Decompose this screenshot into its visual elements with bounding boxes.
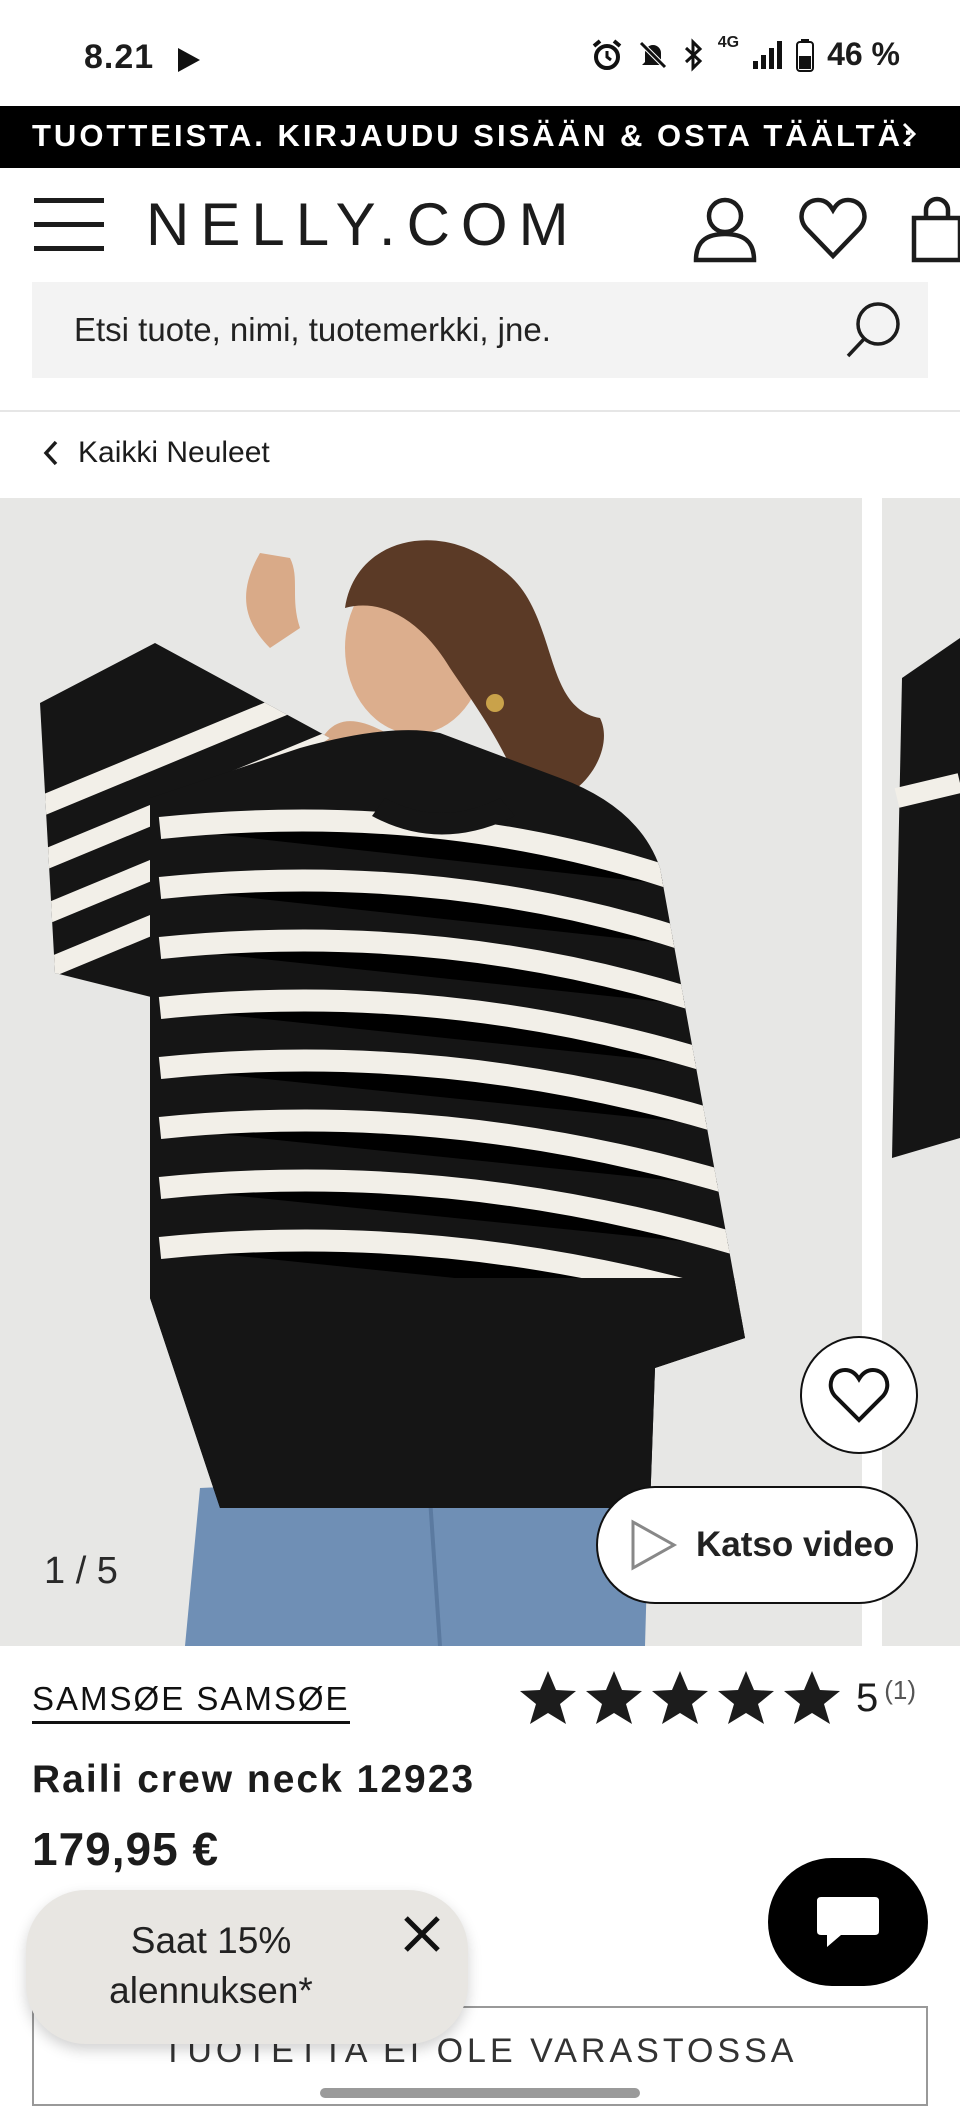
menu-button[interactable] xyxy=(34,198,104,252)
star-icon xyxy=(652,1671,708,1724)
star-icon xyxy=(520,1671,576,1724)
status-time: 8.21 xyxy=(84,38,155,76)
battery-icon xyxy=(796,38,815,72)
breadcrumb-label[interactable]: Kaikki Neuleet xyxy=(78,436,270,470)
star-icon xyxy=(718,1671,774,1724)
image-counter: 1 / 5 xyxy=(44,1550,118,1592)
add-to-wishlist-button[interactable] xyxy=(800,1336,918,1454)
discount-text: Saat 15% alennuksen* xyxy=(109,1920,313,2011)
breadcrumb[interactable]: Kaikki Neuleet xyxy=(42,436,270,470)
product-image-next[interactable] xyxy=(882,498,960,1646)
search-input[interactable] xyxy=(32,282,852,378)
site-logo[interactable]: NELLY.COM xyxy=(146,190,580,259)
heart-icon xyxy=(828,1367,890,1423)
battery-level: 46 % xyxy=(827,36,900,72)
product-photo-sweater xyxy=(0,498,862,1646)
menu-line xyxy=(34,222,104,227)
rating-count: (1) xyxy=(884,1674,917,1705)
rating-value: 5 xyxy=(856,1675,879,1720)
site-header: NELLY.COM xyxy=(0,168,960,280)
chevron-right-icon[interactable] xyxy=(900,120,920,150)
product-price: 179,95 € xyxy=(32,1823,220,1875)
search-bar xyxy=(32,282,928,378)
brand-link[interactable]: SAMSØE SAMSØE xyxy=(32,1680,350,1724)
header-divider xyxy=(0,410,960,412)
mute-icon xyxy=(638,40,667,69)
search-icon[interactable] xyxy=(844,300,904,360)
product-image[interactable] xyxy=(0,498,862,1646)
close-icon[interactable] xyxy=(398,1910,446,1958)
cart-icon[interactable] xyxy=(910,194,960,264)
home-indicator[interactable] xyxy=(320,2088,640,2098)
status-icons: 4G 46 % xyxy=(590,33,900,73)
product-photo-next xyxy=(882,498,960,1646)
wishlist-icon[interactable] xyxy=(798,194,868,264)
bluetooth-icon xyxy=(684,37,702,72)
chat-button[interactable] xyxy=(768,1858,928,1986)
product-rating[interactable]: 5 (1) xyxy=(518,1668,916,1728)
status-bar: 8.21 4G 46 % xyxy=(0,0,960,106)
product-name: Raili crew neck 12923 xyxy=(32,1758,476,1801)
watch-video-button[interactable]: Katso video xyxy=(596,1486,918,1604)
signal-icon xyxy=(753,40,783,69)
account-icon[interactable] xyxy=(690,194,760,264)
promo-banner[interactable]: TUOTTEISTA. KIRJAUDU SISÄÄN & OSTA TÄÄLT… xyxy=(0,106,960,168)
chevron-left-icon[interactable] xyxy=(42,439,60,467)
menu-line xyxy=(34,198,104,203)
product-image-gallery[interactable]: 1 / 5 Katso video xyxy=(0,498,960,1646)
play-icon xyxy=(631,1519,678,1571)
star-icon xyxy=(586,1671,642,1724)
promo-text: TUOTTEISTA. KIRJAUDU SISÄÄN & OSTA TÄÄLT… xyxy=(32,118,917,153)
star-icon xyxy=(784,1671,840,1724)
alarm-icon xyxy=(592,38,621,70)
chat-icon xyxy=(817,1897,879,1947)
play-store-notification-icon xyxy=(178,48,200,72)
menu-line xyxy=(34,246,104,251)
network-type: 4G xyxy=(717,33,740,51)
discount-popup[interactable]: Saat 15% alennuksen* xyxy=(26,1890,468,2044)
watch-video-label: Katso video xyxy=(696,1525,895,1564)
